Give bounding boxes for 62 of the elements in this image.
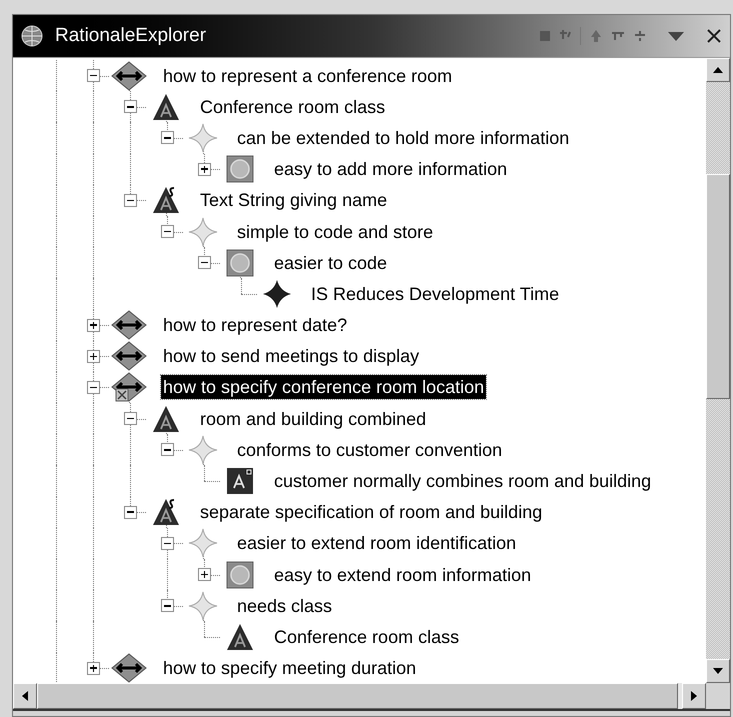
left-arrow-icon [22, 691, 28, 701]
star-outline-icon [188, 434, 218, 465]
dark-square-icon [226, 467, 254, 496]
scroll-up-button[interactable] [706, 58, 730, 82]
tree-item-label[interactable]: how to specify meeting duration [161, 656, 418, 680]
collapse-toggle[interactable] [124, 100, 137, 114]
collapse-toggle[interactable] [124, 194, 137, 207]
right-arrow-icon [691, 691, 697, 701]
tree-item-label[interactable]: easy to add more information [272, 157, 510, 182]
tree-item-label[interactable]: easier to code [272, 250, 390, 275]
rounded-square-icon [226, 560, 254, 589]
scrollbar-corner [706, 683, 730, 709]
collapse-toggle[interactable] [124, 412, 137, 426]
dark-star-icon [262, 278, 292, 309]
collapse-toggle[interactable] [161, 536, 174, 550]
tree-item-label[interactable]: Conference room class [272, 624, 462, 649]
star-outline-icon [188, 122, 218, 153]
tree-item-label[interactable]: how to represent date? [161, 313, 350, 338]
tree-item-label[interactable]: easier to extend room identification [235, 531, 518, 556]
tree-item-label[interactable]: how to represent a conference room [161, 64, 454, 88]
expand-toggle[interactable] [198, 568, 211, 582]
tree-item-label[interactable]: Text String giving name [198, 188, 390, 212]
scroll-thumb[interactable] [706, 174, 730, 399]
dropdown-icon[interactable] [667, 30, 685, 42]
tree-item-label[interactable]: how to specify conference room location [161, 375, 486, 400]
collapse-toggle[interactable] [161, 131, 174, 144]
collapse-toggle[interactable] [161, 599, 174, 612]
tree-item-label[interactable]: IS Reduces Development Time [309, 282, 562, 306]
up-arrow-icon [713, 67, 723, 73]
star-outline-icon [188, 216, 218, 247]
close-icon[interactable] [706, 28, 722, 44]
vertical-scrollbar[interactable] [706, 58, 730, 683]
expand-toggle[interactable] [87, 318, 100, 332]
tree-item-label[interactable]: simple to code and store [235, 220, 436, 244]
window-title: RationaleExplorer [55, 24, 206, 48]
scroll-right-button[interactable] [682, 683, 706, 709]
rounded-square-icon [226, 248, 254, 277]
scroll-left-button[interactable] [13, 683, 37, 709]
tree-item-label[interactable]: needs class [235, 594, 334, 618]
tree-item-label[interactable]: conforms to customer convention [235, 438, 504, 462]
collapse-toggle[interactable] [198, 256, 211, 270]
tree-item-label[interactable]: Conference room class [198, 94, 388, 119]
tree-item-label[interactable]: can be extended to hold more information [235, 126, 572, 150]
scroll-down-button[interactable] [706, 659, 730, 683]
tree-item-label[interactable]: how to send meetings to display [161, 344, 422, 368]
collapse-toggle[interactable] [161, 225, 174, 238]
collapse-toggle[interactable] [87, 69, 100, 82]
rounded-square-icon [226, 155, 254, 184]
tree-item-label[interactable]: separate specification of room and building [198, 500, 544, 524]
collapse-toggle[interactable] [87, 380, 100, 394]
expand-toggle[interactable] [87, 350, 100, 363]
collapse-toggle[interactable] [161, 443, 174, 456]
globe-icon [21, 25, 43, 47]
tree-item-label[interactable]: easy to extend room information [272, 562, 534, 587]
star-outline-icon [188, 528, 218, 558]
collapse-toggle[interactable] [124, 506, 137, 519]
tree-item-label[interactable]: room and building combined [198, 406, 428, 431]
tree-item-label[interactable]: customer normally combines room and building [272, 469, 654, 494]
star-outline-icon [188, 590, 218, 621]
expand-toggle[interactable] [198, 162, 211, 176]
expand-toggle[interactable] [87, 662, 100, 675]
down-arrow-icon [713, 668, 723, 674]
